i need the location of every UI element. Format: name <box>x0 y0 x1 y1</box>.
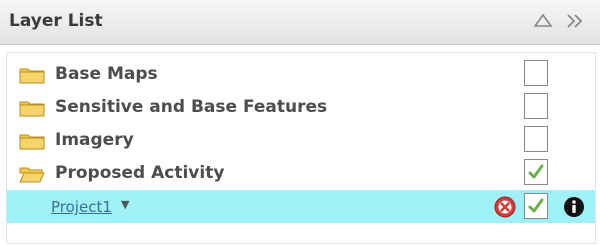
remove-circle-icon <box>494 196 516 218</box>
checkmark-icon <box>528 164 544 179</box>
checkmark-icon <box>528 198 544 213</box>
triangle-up-icon <box>533 13 553 27</box>
layer-row-sensitive-and-base-features[interactable]: Sensitive and Base Features <box>7 90 595 124</box>
sublayer-options-dropdown[interactable]: ▼ <box>121 198 129 211</box>
panel-title: Layer List <box>9 11 103 31</box>
remove-layer-button[interactable] <box>494 196 516 218</box>
folder-open-icon <box>19 165 45 183</box>
layer-visibility-checkbox[interactable] <box>524 60 548 86</box>
layer-visibility-checkbox[interactable] <box>524 126 548 152</box>
layer-row-imagery[interactable]: Imagery <box>7 123 595 157</box>
layer-row-proposed-activity[interactable]: Proposed Activity <box>7 156 595 190</box>
double-chevron-right-icon <box>567 14 583 28</box>
sublayer-visibility-checkbox[interactable] <box>524 193 548 219</box>
layer-row-base-maps[interactable]: Base Maps <box>7 57 595 91</box>
layer-label: Proposed Activity <box>55 163 225 183</box>
layer-label: Imagery <box>55 130 134 150</box>
layer-info-button[interactable] <box>563 196 585 218</box>
layer-visibility-checkbox[interactable] <box>524 159 548 185</box>
sublayer-row-project1[interactable]: Project1 ▼ <box>7 190 595 223</box>
collapse-panel-button[interactable] <box>532 10 554 32</box>
layer-visibility-checkbox[interactable] <box>524 93 548 119</box>
info-icon <box>564 197 584 217</box>
layer-list-panel: Layer List Base Maps Sensitive and Base … <box>0 0 600 246</box>
folder-icon <box>19 66 45 84</box>
folder-icon <box>19 99 45 117</box>
layer-tree: Base Maps Sensitive and Base Features Im… <box>6 52 596 244</box>
layer-label: Base Maps <box>55 64 158 84</box>
sublayer-link[interactable]: Project1 <box>51 198 112 216</box>
folder-icon <box>19 132 45 150</box>
panel-header: Layer List <box>0 0 600 45</box>
expand-panel-button[interactable] <box>563 10 589 32</box>
layer-label: Sensitive and Base Features <box>55 97 328 117</box>
